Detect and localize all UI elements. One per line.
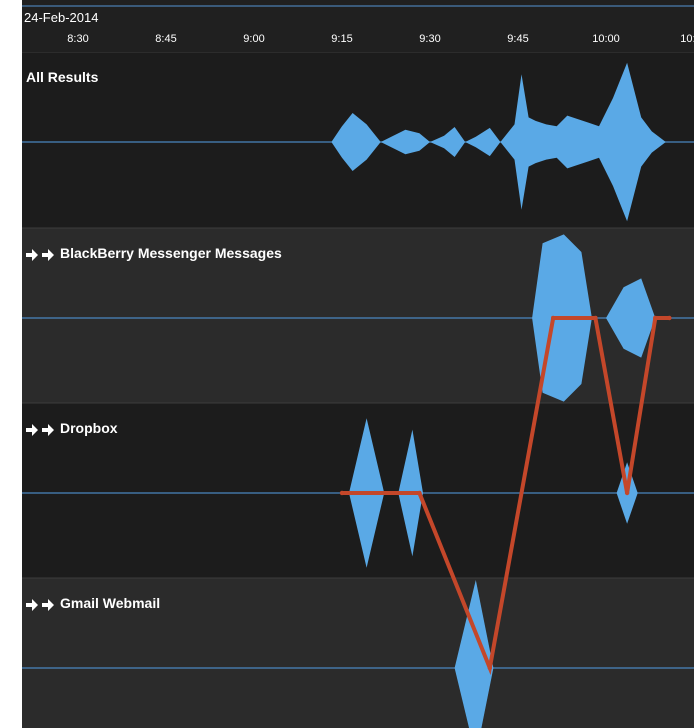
date-label: 24-Feb-2014 <box>24 10 98 25</box>
x-tick-label: 9:45 <box>507 33 528 45</box>
path-point <box>667 315 672 321</box>
path-point <box>551 315 556 321</box>
path-point <box>339 490 345 496</box>
timeline-chart: 24-Feb-2014 8:30 8:45 9:00 9:15 9:30 9:45 10:00… <box>0 0 694 728</box>
timeline-frame: 24-Feb-2014 8:30 8:45 9:00 9:15 9:30 9:45 10:00… <box>0 0 694 728</box>
path-point <box>653 315 658 321</box>
x-tick-label: 8:45 <box>155 33 176 45</box>
x-tick-label: 9:15 <box>331 33 352 45</box>
x-tick-label: 9:00 <box>243 33 264 45</box>
path-point <box>417 490 422 496</box>
x-tick-label: 10:15 <box>680 33 694 45</box>
path-point <box>593 315 598 321</box>
path-point <box>624 490 630 496</box>
x-tick-label: 10:00 <box>592 33 620 45</box>
x-tick-label: 8:30 <box>67 33 88 45</box>
lane-label: Dropbox <box>60 420 118 436</box>
path-point <box>487 665 493 671</box>
x-tick-label: 9:30 <box>419 33 440 45</box>
lane-label: Gmail Webmail <box>60 595 160 611</box>
lane-label: All Results <box>26 69 99 85</box>
lane-label: BlackBerry Messenger Messages <box>60 245 282 261</box>
